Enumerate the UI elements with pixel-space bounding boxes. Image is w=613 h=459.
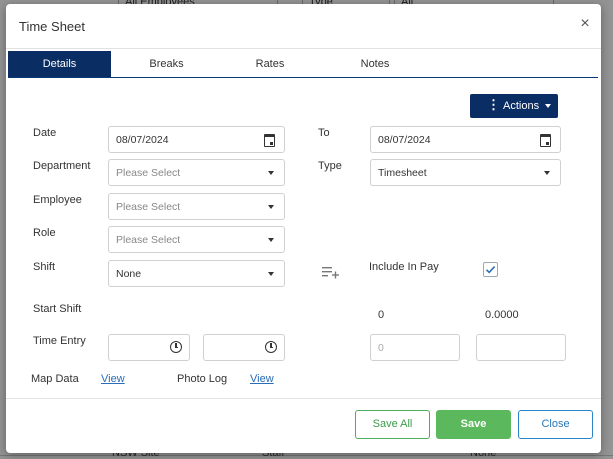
include-in-pay-label: Include In Pay	[369, 261, 439, 273]
tab-bar: Details Breaks Rates Notes	[8, 51, 598, 78]
time-entry-label: Time Entry	[33, 335, 86, 347]
actions-button[interactable]: ⋮ Actions	[470, 94, 558, 118]
chevron-down-icon	[268, 205, 274, 209]
employee-placeholder: Please Select	[116, 201, 181, 213]
start-shift-hours: 0	[378, 309, 385, 321]
type-label: Type	[318, 160, 342, 172]
time-entry-end-input[interactable]	[203, 334, 285, 361]
map-data-label: Map Data	[31, 373, 79, 385]
checkmark-icon	[485, 266, 496, 274]
to-date-input[interactable]: 08/07/2024	[370, 126, 561, 153]
save-button[interactable]: Save	[436, 410, 511, 439]
to-label: To	[318, 127, 330, 139]
department-label: Department	[33, 160, 91, 172]
role-select[interactable]: Please Select	[108, 226, 285, 253]
start-shift-label: Start Shift	[33, 303, 82, 315]
caret-down-icon	[545, 104, 551, 108]
timesheet-modal: Time Sheet × Details Breaks Rates Notes …	[6, 4, 601, 453]
clock-icon[interactable]	[265, 341, 277, 353]
date-input[interactable]: 08/07/2024	[108, 126, 285, 153]
actions-label: Actions	[503, 100, 540, 112]
chevron-down-icon	[544, 171, 550, 175]
close-button[interactable]: Close	[518, 410, 593, 439]
time-entry-hours-input: 0	[370, 334, 460, 361]
chevron-down-icon	[268, 171, 274, 175]
close-icon[interactable]: ×	[577, 16, 593, 32]
date-label: Date	[33, 127, 57, 139]
calendar-icon[interactable]	[540, 134, 551, 147]
shift-label: Shift	[33, 261, 56, 273]
time-entry-hours-placeholder: 0	[378, 342, 384, 354]
save-all-button[interactable]: Save All	[355, 410, 430, 439]
kebab-icon: ⋮	[487, 97, 500, 112]
chevron-down-icon	[268, 238, 274, 242]
employee-label: Employee	[33, 194, 82, 206]
photo-log-view-link[interactable]: View	[250, 373, 274, 385]
time-entry-amount-input[interactable]	[476, 334, 566, 361]
calendar-icon[interactable]	[264, 134, 275, 147]
clock-icon[interactable]	[170, 341, 182, 353]
role-label: Role	[33, 227, 56, 239]
tab-details[interactable]: Details	[8, 51, 111, 77]
shift-value: None	[116, 268, 142, 280]
playlist-add-icon[interactable]	[321, 265, 341, 279]
chevron-down-icon	[268, 272, 274, 276]
tab-notes[interactable]: Notes	[318, 51, 432, 77]
employee-select[interactable]: Please Select	[108, 193, 285, 220]
modal-header: Time Sheet ×	[6, 4, 601, 49]
role-placeholder: Please Select	[116, 234, 181, 246]
department-select[interactable]: Please Select	[108, 159, 285, 186]
to-date-value: 08/07/2024	[378, 134, 431, 146]
modal-footer-divider	[6, 398, 601, 399]
type-select[interactable]: Timesheet	[370, 159, 561, 186]
time-entry-start-input[interactable]	[108, 334, 190, 361]
tab-breaks[interactable]: Breaks	[111, 51, 222, 77]
shift-select[interactable]: None	[108, 260, 285, 287]
modal-title: Time Sheet	[19, 19, 85, 34]
department-placeholder: Please Select	[116, 167, 181, 179]
include-in-pay-checkbox[interactable]	[483, 262, 498, 277]
type-value: Timesheet	[378, 167, 427, 179]
date-value: 08/07/2024	[116, 134, 169, 146]
photo-log-label: Photo Log	[177, 373, 228, 385]
map-data-view-link[interactable]: View	[101, 373, 125, 385]
tab-rates[interactable]: Rates	[222, 51, 318, 77]
start-shift-amount: 0.0000	[485, 309, 519, 321]
